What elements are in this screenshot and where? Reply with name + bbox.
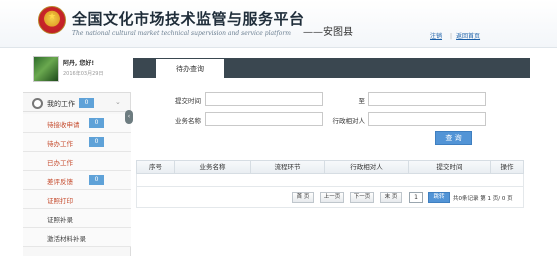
home-link[interactable]: 返回首页: [456, 33, 480, 40]
user-greeting: 阿丹, 您好!: [63, 60, 95, 67]
pagination: 首 页 上一页 下一页 末 页 1 跳转 共0条记录 第 1 页/ 0 页: [136, 186, 524, 208]
column-header: 业务名称: [175, 161, 251, 173]
my-work-title: 我的工作: [47, 100, 75, 108]
sidebar-item-label: 证照打印: [47, 197, 73, 205]
site-header: ★ 全国文化市场技术监管与服务平台 The national cultural …: [0, 0, 557, 48]
page-info: 共0条记录 第 1 页/ 0 页: [453, 196, 513, 202]
column-header: 行政相对人: [325, 161, 409, 173]
prev-page-button[interactable]: 上一页: [320, 192, 344, 203]
business-name-input[interactable]: [205, 112, 323, 126]
sidebar: 阿丹, 您好! 2016年03月29日 我的工作 0 ⌄ 待接收申请 0 待办工…: [23, 48, 131, 256]
logout-link[interactable]: 注销: [430, 33, 442, 40]
next-page-button[interactable]: 下一页: [350, 192, 374, 203]
sidebar-item-label: 证照补录: [47, 216, 73, 224]
sidebar-item-label: 已办工作: [47, 159, 73, 167]
site-title: 全国文化市场技术监管与服务平台: [72, 10, 305, 28]
first-page-button[interactable]: 首 页: [292, 192, 314, 203]
tab-todo-query[interactable]: 待办查询: [155, 58, 225, 78]
count-badge: 0: [89, 175, 104, 185]
administrative-counterpart-input[interactable]: [368, 112, 486, 126]
site-subtitle: The national cultural market technical s…: [72, 30, 291, 37]
sidebar-item-label: 差评反馈: [47, 178, 73, 186]
column-header: 流程环节: [251, 161, 325, 173]
column-header: 操作: [500, 163, 514, 171]
submit-time-end-input[interactable]: [368, 92, 486, 106]
sidebar-menu: 待接收申请 0 待办工作 0 已办工作 差评反馈 0 证照打印 证照补录 激活材…: [23, 114, 131, 247]
count-badge: 0: [89, 118, 104, 128]
sidebar-item-label: 待接收申请: [47, 121, 80, 129]
submit-time-label: 提交时间: [175, 97, 201, 105]
sidebar-item-label: 激活材料补录: [47, 235, 86, 243]
sidebar-item-negative-feedback[interactable]: 差评反馈 0: [23, 171, 131, 190]
sidebar-item-license-print[interactable]: 证照打印: [23, 190, 131, 209]
gear-icon: [32, 98, 43, 109]
chevron-down-icon: ⌄: [115, 98, 121, 106]
business-name-label: 业务名称: [175, 117, 201, 125]
sidebar-item-done-work[interactable]: 已办工作: [23, 152, 131, 171]
sidebar-item-label: 待办工作: [47, 140, 73, 148]
to-label: 至: [358, 97, 366, 105]
avatar: [33, 56, 59, 82]
count-badge: 0: [89, 137, 104, 147]
jump-button[interactable]: 跳转: [428, 192, 450, 203]
top-links: 注销 | 返回首页: [430, 31, 488, 40]
link-separator: |: [450, 33, 453, 40]
tab-strip: 待办查询: [133, 58, 530, 78]
administrative-counterpart-label: 行政相对人: [332, 117, 366, 125]
user-panel: 阿丹, 您好! 2016年03月29日: [23, 48, 131, 93]
main-content: 待办查询 提交时间 至 业务名称 行政相对人 查 询 序号 业务名称 流程环节 …: [133, 48, 536, 256]
sidebar-item-todo-work[interactable]: 待办工作 0: [23, 133, 131, 152]
submit-time-start-input[interactable]: [205, 92, 323, 106]
column-header: 提交时间: [409, 161, 491, 173]
sidebar-item-activation-material-supplement[interactable]: 激活材料补录: [23, 228, 131, 247]
collapse-sidebar-button[interactable]: ‹: [125, 110, 133, 124]
my-work-menu-header[interactable]: 我的工作 0 ⌄: [23, 96, 131, 112]
sidebar-item-pending-applications[interactable]: 待接收申请 0: [23, 114, 131, 133]
table-header: 序号 业务名称 流程环节 行政相对人 提交时间 操作: [136, 160, 524, 174]
national-emblem-icon: ★: [38, 6, 66, 34]
last-page-button[interactable]: 末 页: [380, 192, 402, 203]
region-name: ——安图县: [303, 27, 353, 38]
my-work-badge: 0: [79, 98, 94, 108]
login-date: 2016年03月29日: [63, 71, 104, 77]
query-form: 提交时间 至 业务名称 行政相对人 查 询: [133, 84, 530, 148]
page-number-input[interactable]: 1: [409, 192, 423, 203]
search-button[interactable]: 查 询: [435, 131, 472, 145]
column-header: 序号: [137, 161, 175, 173]
sidebar-item-license-supplement[interactable]: 证照补录: [23, 209, 131, 228]
